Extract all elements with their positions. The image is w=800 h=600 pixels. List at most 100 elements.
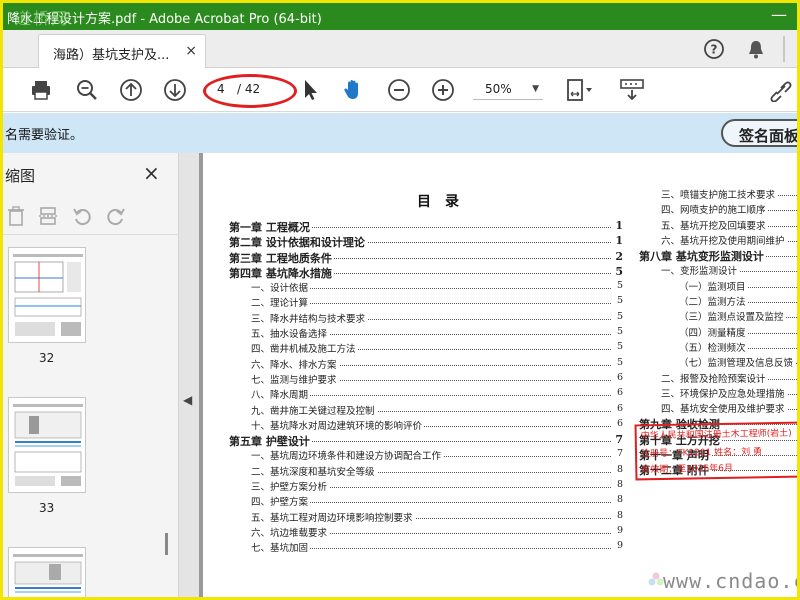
tabbar-divider — [783, 36, 785, 62]
toc-chapter-row[interactable]: 第八章 基坑变形监测设计 — [639, 248, 797, 265]
page-thumbnail[interactable] — [8, 247, 86, 343]
toc-section-row[interactable]: 六、基坑开挖及使用期间维护 — [639, 232, 797, 248]
panel-close-button[interactable]: × — [143, 161, 160, 185]
toc-entry-text: 一、变形监测设计 — [661, 263, 740, 278]
toc-entry-text: 第四章 基坑降水措施 — [229, 264, 334, 281]
extract-icon[interactable] — [37, 205, 59, 227]
toc-chapter-row[interactable]: 第一章 工程概况 1 — [229, 219, 623, 235]
toc-section-row[interactable]: 八、降水周期 6 — [229, 387, 623, 402]
toc-page-number: 5 — [614, 295, 623, 307]
toc-section-row[interactable]: （三）监测点设置及监控 — [639, 309, 797, 324]
minimize-button[interactable]: — — [771, 5, 787, 24]
toc-entry-text: 第一章 工程概况 — [229, 219, 312, 235]
toc-section-row[interactable]: 七、基坑加固 9 — [229, 540, 623, 555]
toc-section-row[interactable]: 六、降水、排水方案 5 — [229, 356, 623, 372]
red-annotation-oval — [203, 74, 297, 108]
toc-section-row[interactable]: （一）监测项目 — [639, 278, 797, 294]
tab-close-button[interactable]: × — [185, 43, 197, 59]
thumbnail-preview — [13, 404, 83, 486]
toc-section-row[interactable]: 七、监测与维护要求 6 — [229, 371, 623, 387]
toc-section-row[interactable]: 二、报警及抢险预案设计 — [639, 370, 797, 386]
toc-section-row[interactable]: 三、环境保护及应急处理措施 — [639, 385, 797, 401]
toc-section-row[interactable]: 四、护壁方案 8 — [229, 494, 623, 509]
thumbnail-label: 32 — [39, 351, 55, 365]
toc-section-row[interactable]: 三、降水井结构与技术要求 5 — [229, 310, 623, 326]
redo-icon[interactable] — [105, 205, 127, 227]
toc-chapter-row[interactable]: 第四章 基坑降水措施 5 — [229, 264, 623, 281]
toc-section-row[interactable]: （四）测量精度 — [639, 324, 797, 340]
toc-section-row[interactable]: 四、基坑安全使用及维护要求 — [639, 401, 797, 416]
toc-section-row[interactable]: 十、基坑降水对周边建筑环境的影响评价 6 — [229, 417, 623, 433]
toc-entry-text: 三、喷锚支护施工技术要求 — [661, 187, 778, 201]
toc-entry-text: 第八章 基坑变形监测设计 — [639, 248, 766, 265]
toc-entry-text: 六、降水、排水方案 — [251, 356, 339, 371]
toc-section-row[interactable]: 三、护壁方案分析 8 — [229, 479, 623, 494]
toc-section-row[interactable]: 四、凿井机械及施工方法 5 — [229, 341, 623, 356]
help-icon[interactable]: ? — [703, 38, 725, 60]
zoom-select[interactable]: 50% ▼ — [473, 80, 543, 100]
document-tab[interactable]: 海路）基坑支护及... × — [38, 34, 206, 68]
toc-section-row[interactable]: 二、基坑深度和基坑安全等级 8 — [229, 463, 623, 479]
print-icon[interactable] — [29, 78, 53, 102]
toc-page-number: 5 — [614, 326, 623, 338]
select-cursor-icon[interactable] — [299, 78, 323, 102]
toc-section-row[interactable]: （七）监测管理及信息反馈 — [639, 355, 797, 370]
toc-page-number: 8 — [614, 494, 623, 506]
toc-section-row[interactable]: 一、设计依据 5 — [229, 280, 623, 295]
toc-section-row[interactable]: 四、网喷支护的施工顺序 — [639, 202, 797, 217]
toc-entry-text: 第三章 工程地质条件 — [229, 249, 334, 266]
undo-icon[interactable] — [71, 205, 93, 227]
signature-panel-button[interactable]: 签名面板 — [721, 119, 797, 147]
toc-section-row[interactable]: 一、变形监测设计 — [639, 263, 797, 278]
page-thumbnail[interactable] — [8, 547, 86, 597]
toc-entry-text: 五、基坑工程对周边环境影响控制要求 — [251, 509, 415, 524]
collapse-arrow-icon[interactable]: ◀ — [183, 393, 192, 407]
toc-section-row[interactable]: 九、凿井施工关键过程及控制 6 — [229, 402, 623, 418]
document-tab-label: 海路）基坑支护及... — [53, 48, 170, 63]
toc-page-number: 6 — [614, 371, 623, 383]
toc-section-row[interactable]: （二）监测方法 — [639, 294, 797, 309]
toc-entry-text: 二、报警及抢险预案设计 — [661, 370, 768, 385]
toc-entry-text: （二）监测方法 — [679, 294, 748, 309]
trash-icon[interactable] — [5, 205, 27, 227]
hand-tool-icon[interactable] — [341, 78, 365, 102]
panel-scrollbar[interactable] — [165, 533, 168, 555]
toc-left-column: 第一章 工程概况 1 第二章 设计依据和设计理论 1 第三章 工程地质条件 2 第四章 基坑… — [229, 219, 623, 556]
toc-page-number: 7 — [613, 433, 623, 447]
page-thumbnail[interactable] — [8, 397, 86, 493]
toc-entry-text: （七）监测管理及信息反馈 — [679, 355, 796, 370]
toc-section-row[interactable]: 六、坑边堆载要求 9 — [229, 524, 623, 540]
toc-entry-text: （四）测量精度 — [679, 324, 748, 339]
zoom-value: 50% — [485, 82, 512, 96]
plus-icon[interactable] — [431, 78, 455, 102]
svg-text:?: ? — [711, 43, 718, 57]
page-up-icon[interactable] — [119, 78, 143, 102]
title-watermark: 道桥网 — [15, 9, 70, 28]
toc-page-number: 6 — [614, 402, 623, 414]
toc-section-row[interactable]: 三、喷锚支护施工技术要求 — [639, 187, 797, 202]
bell-icon[interactable] — [745, 38, 767, 60]
toc-section-row[interactable]: 五、抽水设备选择 5 — [229, 326, 623, 341]
document-view[interactable]: 目录 第一章 工程概况 1 第二章 设计依据和设计理论 1 第三章 工程地质条件 2 第四章… — [199, 153, 797, 597]
share-link-icon[interactable] — [767, 78, 795, 102]
keyboard-icon[interactable] — [619, 78, 647, 102]
toc-section-row[interactable]: 二、理论计算 5 — [229, 295, 623, 310]
toc-section-row[interactable]: 一、基坑周边环境条件和建设方协调配合工作 7 — [229, 448, 623, 463]
site-watermark: www.cndao.com — [663, 569, 797, 593]
toc-page-number: 8 — [614, 479, 623, 491]
toc-page-number: 7 — [614, 448, 623, 460]
fit-page-icon[interactable] — [565, 78, 595, 102]
panel-collapse-strip[interactable]: ◀ — [179, 153, 199, 597]
minus-icon[interactable] — [387, 78, 411, 102]
toc-section-row[interactable]: 五、基坑开挖及回填要求 — [639, 217, 797, 233]
toc-section-row[interactable]: （五）检测频次 — [639, 339, 797, 355]
toc-entry-text: （五）检测频次 — [679, 339, 748, 354]
toc-chapter-row[interactable]: 第二章 设计依据和设计理论 1 — [229, 234, 623, 251]
toc-chapter-row[interactable]: 第五章 护壁设计 7 — [229, 433, 623, 450]
page-down-icon[interactable] — [163, 78, 187, 102]
toc-page-number: 6 — [614, 417, 623, 429]
toc-section-row[interactable]: 五、基坑工程对周边环境影响控制要求 8 — [229, 509, 623, 525]
toc-chapter-row[interactable]: 第三章 工程地质条件 2 — [229, 249, 623, 266]
toc-entry-text: 四、凿井机械及施工方法 — [251, 341, 358, 356]
zoom-out-icon[interactable] — [75, 78, 99, 102]
